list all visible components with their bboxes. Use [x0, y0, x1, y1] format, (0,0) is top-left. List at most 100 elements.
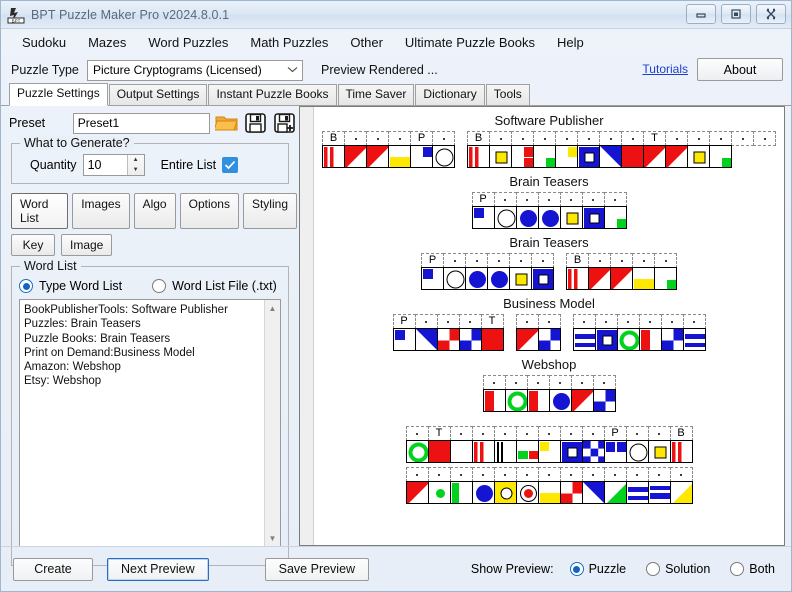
- symbol-cell: [549, 389, 572, 412]
- subtab-styling[interactable]: Styling: [243, 193, 297, 229]
- subtab-algo[interactable]: Algo: [134, 193, 176, 229]
- tab-puzzle-settings[interactable]: Puzzle Settings: [9, 83, 108, 106]
- clue-cell: [489, 131, 512, 146]
- quantity-spin-arrows[interactable]: ▲ ▼: [127, 155, 144, 175]
- subtab-image[interactable]: Image: [61, 234, 112, 256]
- symbol-cell: [483, 389, 506, 412]
- radio-option-both[interactable]: Both: [730, 562, 775, 576]
- radio-word-list-file[interactable]: [152, 279, 166, 293]
- symbol-row: [406, 482, 693, 504]
- tab-dictionary[interactable]: Dictionary: [415, 84, 484, 105]
- symbol-cell: [489, 145, 512, 168]
- save-preview-button[interactable]: Save Preview: [265, 558, 369, 581]
- word-list-textarea[interactable]: BookPublisherTools: Software Publisher P…: [19, 299, 281, 547]
- clue-cell: [687, 131, 710, 146]
- entire-list-checkbox[interactable]: [222, 157, 238, 173]
- create-button[interactable]: Create: [13, 558, 93, 581]
- symbol-cell: [531, 267, 554, 290]
- tab-time-saver[interactable]: Time Saver: [338, 84, 415, 105]
- clue-cell: [487, 253, 510, 268]
- next-preview-button[interactable]: Next Preview: [107, 558, 209, 581]
- save-icon[interactable]: [243, 111, 268, 136]
- clue-cell: [670, 467, 693, 482]
- preset-input[interactable]: Preset1: [73, 113, 211, 134]
- scroll-up-icon[interactable]: ▲: [265, 300, 280, 316]
- about-button[interactable]: About: [697, 58, 783, 81]
- subtab-options[interactable]: Options: [180, 193, 239, 229]
- symbol-row: [406, 441, 693, 463]
- puzzle-word: BT: [467, 131, 776, 168]
- symbol-cell: [560, 481, 583, 504]
- window-controls: [686, 4, 786, 24]
- tab-instant-puzzle-books[interactable]: Instant Puzzle Books: [208, 84, 336, 105]
- menu-math-puzzles[interactable]: Math Puzzles: [239, 33, 339, 52]
- menu-ultimate-puzzle-books[interactable]: Ultimate Puzzle Books: [394, 33, 546, 52]
- tab-tools[interactable]: Tools: [486, 84, 530, 105]
- symbol-cell: [406, 481, 429, 504]
- menu-mazes[interactable]: Mazes: [77, 33, 137, 52]
- word-list-scrollbar[interactable]: ▲ ▼: [264, 300, 280, 546]
- menu-sudoku[interactable]: Sudoku: [11, 33, 77, 52]
- clue-cell: P: [472, 192, 495, 207]
- clue-cell: [505, 375, 528, 390]
- preset-value: Preset1: [78, 116, 119, 130]
- symbol-cell: [582, 440, 605, 463]
- radio-puzzle[interactable]: [570, 562, 584, 576]
- clue-cell: [533, 131, 556, 146]
- spin-down-icon[interactable]: ▼: [128, 165, 144, 175]
- maximize-button[interactable]: [721, 4, 751, 24]
- symbol-cell: [593, 389, 616, 412]
- clue-cell: [665, 131, 688, 146]
- symbol-row: [566, 268, 677, 290]
- symbol-cell: [643, 145, 666, 168]
- puzzle-word: [573, 314, 706, 351]
- puzzle-title: Software Publisher: [314, 113, 784, 128]
- clue-cell: [494, 192, 517, 207]
- puzzle-type-row: Puzzle Type Picture Cryptograms (License…: [1, 55, 791, 85]
- radio-option-puzzle[interactable]: Puzzle: [570, 562, 627, 576]
- symbol-cell: [577, 145, 600, 168]
- tutorials-link[interactable]: Tutorials: [642, 62, 688, 76]
- symbol-cell: [472, 440, 495, 463]
- subtab-images[interactable]: Images: [72, 193, 129, 229]
- menu-help[interactable]: Help: [546, 33, 595, 52]
- radio-option-solution[interactable]: Solution: [646, 562, 710, 576]
- tab-output-settings[interactable]: Output Settings: [109, 84, 208, 105]
- puzzle-word: [406, 467, 693, 504]
- radio-solution[interactable]: [646, 562, 660, 576]
- folder-open-icon[interactable]: [214, 111, 239, 136]
- minimize-button[interactable]: [686, 4, 716, 24]
- symbol-cell: [533, 145, 556, 168]
- symbol-cell: [415, 328, 438, 351]
- preview-frame[interactable]: Software PublisherBPBTBrain TeasersPBrai…: [299, 106, 785, 546]
- clue-row: BT: [467, 131, 776, 146]
- symbol-cell: [467, 145, 490, 168]
- quantity-stepper[interactable]: 10 ▲ ▼: [83, 154, 145, 176]
- puzzle-word: B: [566, 253, 677, 290]
- clue-cell: [494, 426, 517, 441]
- clue-cell: P: [421, 253, 444, 268]
- clue-cell: [538, 192, 561, 207]
- save-as-icon[interactable]: [272, 111, 297, 136]
- spin-up-icon[interactable]: ▲: [128, 155, 144, 165]
- radio-both[interactable]: [730, 562, 744, 576]
- subtab-key[interactable]: Key: [11, 234, 55, 256]
- symbol-cell: [648, 440, 671, 463]
- close-button[interactable]: [756, 4, 786, 24]
- symbol-cell: [494, 481, 517, 504]
- puzzle-block: Brain TeasersP: [314, 174, 784, 229]
- clue-cell: [639, 314, 662, 329]
- clue-cell: [465, 253, 488, 268]
- radio-type-word-list[interactable]: [19, 279, 33, 293]
- menu-word-puzzles[interactable]: Word Puzzles: [137, 33, 239, 52]
- puzzle-type-select[interactable]: Picture Cryptograms (Licensed): [87, 60, 303, 81]
- word-list-text: BookPublisherTools: Software Publisher P…: [20, 300, 280, 392]
- puzzle-word: TPB: [406, 426, 693, 463]
- scroll-down-icon[interactable]: ▼: [265, 530, 280, 546]
- clue-cell: [709, 131, 732, 146]
- preview-canvas[interactable]: Software PublisherBPBTBrain TeasersPBrai…: [314, 107, 784, 545]
- menu-other[interactable]: Other: [339, 33, 394, 52]
- entire-list-label: Entire List: [161, 158, 217, 172]
- symbol-cell: [604, 481, 627, 504]
- subtab-word-list[interactable]: Word List: [11, 193, 68, 229]
